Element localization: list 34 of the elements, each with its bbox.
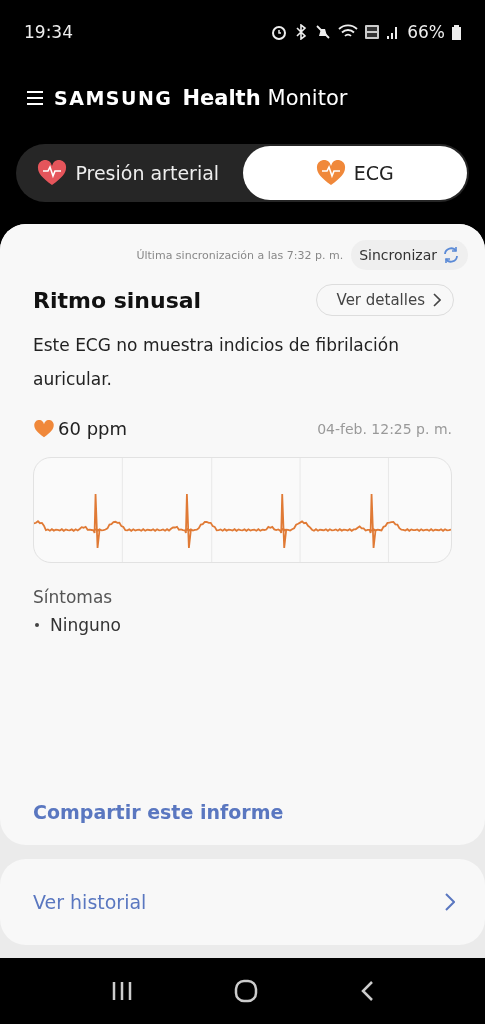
- brand-logo: SAMSUNG: [54, 87, 173, 109]
- alarm-icon: [271, 24, 288, 40]
- tab[interactable]: Presión arterial: [16, 144, 241, 202]
- status-time: 19:34: [24, 22, 73, 42]
- symptom-item: Ninguno: [33, 615, 452, 635]
- app-title: Health: [182, 86, 261, 110]
- details-button[interactable]: Ver detalles: [315, 284, 454, 316]
- mute-icon: [315, 24, 332, 40]
- app-subtitle: Monitor: [267, 86, 348, 110]
- tab[interactable]: ECG: [242, 146, 467, 200]
- bullet-icon: [35, 623, 39, 627]
- chevron-icon: [433, 293, 441, 307]
- recent-apps-icon[interactable]: [110, 981, 133, 1001]
- result-title: Ritmo sinusal: [33, 287, 202, 313]
- heart-icon: [37, 160, 68, 186]
- timestamp: 04-feb. 12:25 p. m.: [317, 420, 452, 437]
- menu-icon[interactable]: [26, 89, 44, 107]
- chevron-icon: [445, 893, 455, 911]
- heart-icon: [315, 160, 346, 186]
- sync-status: Última sincronización a las 7:32 p. m.: [136, 248, 344, 262]
- refresh-icon: [442, 246, 460, 264]
- history-button[interactable]: Ver historial: [0, 859, 485, 945]
- sync-button[interactable]: Sincronizar: [351, 240, 468, 270]
- battery-percent: 66%: [407, 22, 445, 42]
- back-icon[interactable]: [360, 980, 375, 1002]
- share-link[interactable]: Compartir este informe: [33, 801, 452, 823]
- battery-icon: [452, 24, 461, 40]
- bluetooth-icon: [294, 24, 309, 40]
- heart-icon: [33, 419, 55, 438]
- result-description: Este ECG no muestra indicios de fibrilación auricular.: [33, 334, 400, 391]
- symptoms-label: Síntomas: [33, 587, 114, 607]
- home-icon[interactable]: [234, 979, 259, 1003]
- heart-rate: 60 ppm: [58, 418, 127, 439]
- network-icon: [365, 24, 380, 40]
